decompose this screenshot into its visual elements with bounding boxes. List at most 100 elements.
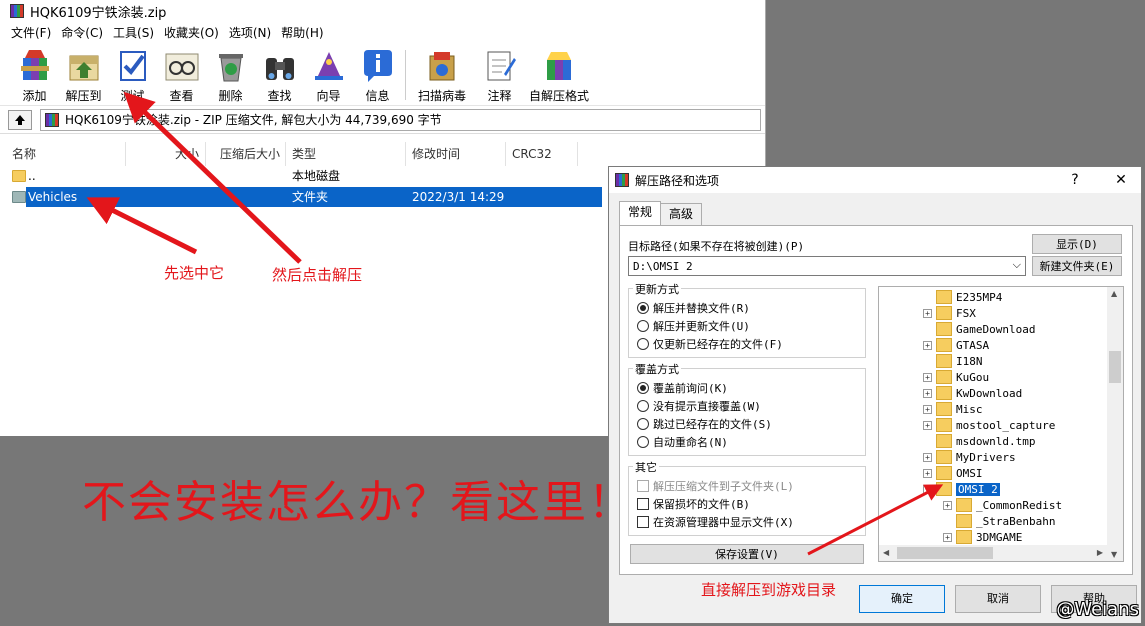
show-button[interactable]: 显示(D) bbox=[1032, 234, 1122, 254]
new-folder-button[interactable]: 新建文件夹(E) bbox=[1032, 256, 1122, 276]
tree-expander-icon[interactable]: + bbox=[923, 340, 932, 350]
extract-to-button[interactable]: 解压到 bbox=[59, 44, 108, 106]
tree-item-label: msdownld.tmp bbox=[956, 434, 1036, 448]
checkbox-indicator bbox=[637, 516, 649, 528]
tree-item[interactable]: +I18N bbox=[923, 353, 983, 369]
col-crc[interactable]: CRC32 bbox=[508, 142, 578, 166]
col-type[interactable]: 类型 bbox=[288, 142, 406, 166]
radio-overwrite-silent[interactable]: 没有提示直接覆盖(W) bbox=[637, 397, 761, 415]
tree-expander-icon[interactable]: + bbox=[923, 468, 932, 478]
tree-item[interactable]: + KuGou bbox=[923, 369, 989, 385]
annotation-then-extract: 然后点击解压 bbox=[272, 266, 363, 284]
checkbox-keep-broken[interactable]: 保留损坏的文件(B) bbox=[637, 495, 750, 513]
info-icon bbox=[363, 50, 392, 82]
ok-button[interactable]: 确定 bbox=[859, 585, 945, 613]
up-folder-button[interactable] bbox=[8, 109, 32, 130]
delete-button[interactable]: 删除 bbox=[206, 44, 255, 106]
sfx-archive-icon bbox=[547, 52, 571, 80]
tree-expander-icon[interactable]: + bbox=[943, 532, 952, 542]
extract-to-icon bbox=[69, 55, 98, 81]
tree-item-label: KuGou bbox=[956, 370, 990, 384]
radio-skip-existing[interactable]: 跳过已经存在的文件(S) bbox=[637, 415, 772, 433]
cancel-button[interactable]: 取消 bbox=[955, 585, 1041, 613]
tree-item-label: 3DMGAME bbox=[976, 530, 1023, 544]
help-question-button[interactable]: ? bbox=[1055, 172, 1095, 188]
tree-item[interactable]: + _CommonRedist bbox=[943, 497, 1062, 513]
menu-help[interactable]: 帮助(H) bbox=[276, 22, 328, 44]
tree-expander-icon[interactable]: + bbox=[923, 404, 932, 414]
checkbox-show-explorer[interactable]: 在资源管理器中显示文件(X) bbox=[637, 513, 794, 531]
tree-vertical-thumb[interactable] bbox=[1109, 351, 1121, 383]
view-button[interactable]: 查看 bbox=[157, 44, 206, 106]
checkbox-extract-subfolder[interactable]: 解压压缩文件到子文件夹(L) bbox=[637, 477, 794, 495]
tree-item[interactable]: + GTASA bbox=[923, 337, 989, 353]
radio-indicator bbox=[637, 400, 649, 412]
tab-advanced[interactable]: 高级 bbox=[660, 203, 703, 225]
folder-tree[interactable]: +E235MP4 + FSX+GameDownload+GTASA+I18N + KuG… bbox=[878, 286, 1124, 562]
tree-item[interactable]: + OMSI bbox=[923, 465, 983, 481]
comment-button[interactable]: 注释 bbox=[475, 44, 524, 106]
radio-ask-before[interactable]: 覆盖前询问(K) bbox=[637, 379, 728, 397]
menu-options[interactable]: 选项(N) bbox=[224, 22, 276, 44]
radio-update-existing[interactable]: 仅更新已经存在的文件(F) bbox=[637, 335, 783, 353]
tree-item[interactable]: +_StraBenbahn bbox=[943, 513, 1055, 529]
wizard-icon bbox=[314, 52, 343, 80]
scroll-right-icon[interactable]: ▶ bbox=[1097, 548, 1103, 557]
scroll-down-icon[interactable]: ▼ bbox=[1111, 550, 1117, 559]
virus-scan-icon bbox=[429, 52, 455, 81]
find-button[interactable]: 查找 bbox=[255, 44, 304, 106]
tree-expander-icon[interactable]: − bbox=[923, 484, 932, 494]
tree-expander-icon[interactable]: + bbox=[923, 420, 932, 430]
tab-general[interactable]: 常规 bbox=[619, 201, 662, 225]
tree-expander-icon[interactable]: + bbox=[943, 500, 952, 510]
annotation-extract-to-game: 直接解压到游戏目录 bbox=[701, 581, 837, 599]
col-size[interactable]: 大小 bbox=[126, 142, 206, 166]
tree-item[interactable]: + Misc bbox=[923, 401, 983, 417]
col-modified-label: 修改时间 bbox=[412, 147, 461, 161]
tree-item[interactable]: +E235MP4 bbox=[923, 289, 1002, 305]
tree-item[interactable]: + KwDownload bbox=[923, 385, 1022, 401]
tree-vertical-scrollbar[interactable]: ▲ ▼ bbox=[1107, 287, 1123, 561]
chevron-down-icon[interactable]: ⌵ bbox=[1013, 258, 1021, 272]
col-packed[interactable]: 压缩后大小 bbox=[216, 142, 286, 166]
sfx-button[interactable]: 自解压格式 bbox=[524, 44, 594, 106]
col-name[interactable]: 名称 bbox=[8, 142, 126, 166]
save-settings-button[interactable]: 保存设置(V) bbox=[630, 544, 864, 564]
table-row-vehicles[interactable]: Vehicles 文件夹 2022/3/1 14:29 bbox=[26, 187, 602, 207]
add-button[interactable]: 添加 bbox=[10, 44, 59, 106]
info-button[interactable]: 信息 bbox=[353, 44, 402, 106]
menu-favorites[interactable]: 收藏夹(O) bbox=[159, 22, 224, 44]
tree-item[interactable]: + mostool_capture bbox=[923, 417, 1055, 433]
virus-scan-button[interactable]: 扫描病毒 bbox=[409, 44, 475, 106]
close-button[interactable]: ✕ bbox=[1101, 172, 1141, 188]
tree-expander-icon[interactable]: + bbox=[923, 452, 932, 462]
tree-expander-icon[interactable]: + bbox=[923, 372, 932, 382]
radio-auto-rename[interactable]: 自动重命名(N) bbox=[637, 433, 728, 451]
wizard-button[interactable]: 向导 bbox=[304, 44, 353, 106]
radio-extract-update[interactable]: 解压并更新文件(U) bbox=[637, 317, 750, 335]
menu-commands[interactable]: 命令(C) bbox=[56, 22, 108, 44]
wizard-label: 向导 bbox=[316, 89, 341, 103]
tree-horizontal-thumb[interactable] bbox=[897, 547, 993, 559]
tree-horizontal-scrollbar[interactable]: ◀ ▶ bbox=[879, 545, 1107, 561]
tree-item[interactable]: − OMSI 2 bbox=[923, 481, 1000, 497]
dest-path-input[interactable]: D:\OMSI 2 ⌵ bbox=[628, 256, 1026, 276]
tree-item[interactable]: +3DMGAME bbox=[943, 529, 1022, 545]
tree-item[interactable]: +msdownld.tmp bbox=[923, 433, 1035, 449]
dialog-app-icon bbox=[615, 173, 629, 187]
address-bar[interactable]: HQK6109宁铁涂装.zip - ZIP 压缩文件, 解包大小为 44,739… bbox=[40, 108, 761, 131]
scroll-left-icon[interactable]: ◀ bbox=[883, 548, 889, 557]
extract-to-label: 解压到 bbox=[65, 89, 102, 103]
col-modified[interactable]: 修改时间 bbox=[408, 142, 506, 166]
tree-item[interactable]: +GameDownload bbox=[923, 321, 1035, 337]
tree-expander-icon[interactable]: + bbox=[923, 388, 932, 398]
tree-item[interactable]: + FSX bbox=[923, 305, 976, 321]
menu-file[interactable]: 文件(F) bbox=[6, 22, 56, 44]
scroll-up-icon[interactable]: ▲ bbox=[1111, 289, 1117, 298]
tree-expander-icon[interactable]: + bbox=[923, 308, 932, 318]
tree-item[interactable]: + MyDrivers bbox=[923, 449, 1016, 465]
test-button[interactable]: 测试 bbox=[108, 44, 157, 106]
radio-extract-replace[interactable]: 解压并替换文件(R) bbox=[637, 299, 750, 317]
tree-item-label: FSX bbox=[956, 306, 976, 320]
menu-tools[interactable]: 工具(S) bbox=[108, 22, 159, 44]
